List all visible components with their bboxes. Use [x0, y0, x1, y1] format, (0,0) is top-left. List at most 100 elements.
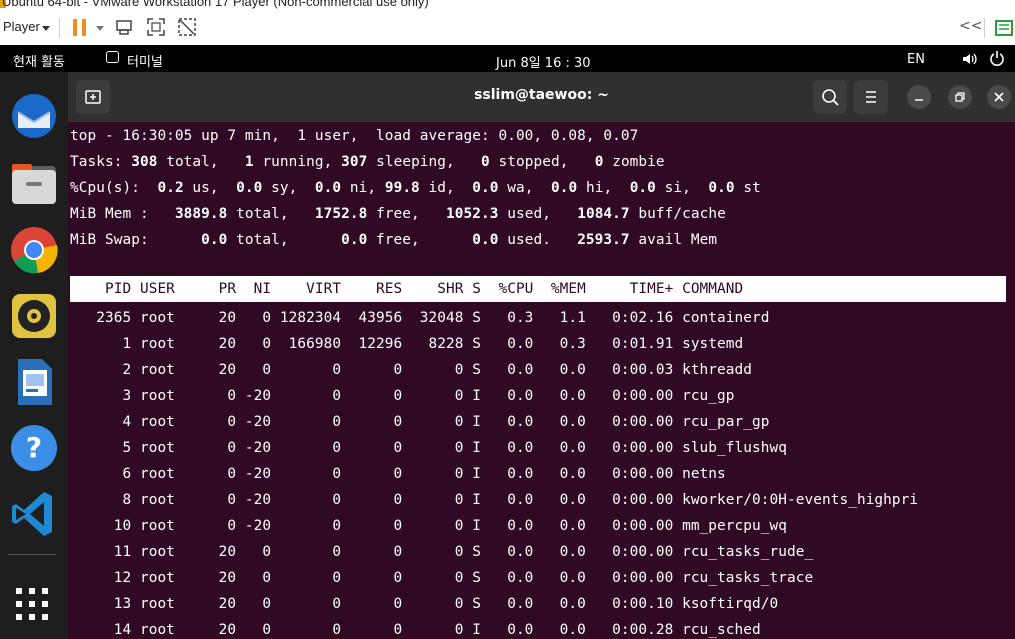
summary-label: MiB Mem : [70, 206, 175, 222]
vscode-icon[interactable] [8, 488, 60, 540]
chevron-down-icon[interactable] [42, 26, 50, 31]
summary-value: 307 [341, 154, 368, 170]
terminal-output[interactable]: top - 16:30:05 up 7 min, 1 user, load av… [68, 122, 1015, 639]
summary-value: 3889.8 [174, 206, 228, 222]
table-row: 13 root 20 0 0 0 0 S 0.0 0.0 0:00.10 kso… [70, 596, 779, 612]
close-icon [994, 92, 1004, 102]
vmware-title-bar: Ubuntu 64-bit - VMware Workstation 17 Pl… [0, 0, 1015, 10]
summary-label: buff/cache [629, 206, 726, 222]
table-row: 5 root 0 -20 0 0 0 I 0.0 0.0 0:00.00 slu… [70, 440, 787, 456]
column-headers: PID USER PR NI VIRT RES SHR S %CPU %MEM … [70, 281, 744, 297]
app-menu[interactable]: 터미널 [127, 51, 163, 70]
rhythmbox-icon[interactable] [8, 290, 60, 342]
summary-label: used. [498, 232, 578, 248]
summary-value: 2593.7 [577, 232, 630, 248]
summary-value: 0.0 [314, 180, 342, 196]
summary-line: MiB Swap: 0.0 total, 0.0 free, 0.0 used.… [70, 227, 717, 253]
summary-value: 0 [481, 154, 490, 170]
clock[interactable]: Jun 8일 16 : 30 [496, 52, 591, 71]
search-icon [822, 89, 839, 106]
summary-value: 0.0 [629, 180, 656, 196]
pause-options-icon[interactable] [96, 26, 104, 31]
summary-label: st [734, 180, 761, 196]
terminal-app-icon [106, 51, 119, 63]
close-button[interactable] [987, 85, 1011, 109]
summary-label: stopped, [489, 154, 595, 170]
player-menu[interactable]: Player [3, 19, 40, 34]
table-row: 1 root 20 0 166980 12296 8228 S 0.0 0.3 … [70, 336, 744, 352]
summary-value: 0.0 [472, 232, 499, 248]
svg-text:?: ? [26, 431, 42, 464]
summary-value: 1 [244, 154, 254, 170]
summary-label: total, [227, 206, 315, 222]
summary-label: top - 16:30:05 up 7 min, 1 user, load av… [70, 128, 639, 144]
summary-label: running, [253, 154, 342, 170]
table-row: 10 root 0 -20 0 0 0 I 0.0 0.0 0:00.00 mm… [70, 518, 787, 534]
pause-button[interactable] [73, 19, 87, 36]
table-row: 14 root 20 0 0 0 0 I 0.0 0.0 0:00.28 rcu… [70, 622, 761, 638]
summary-label: zombie [603, 154, 665, 170]
summary-label: wa, [498, 180, 551, 196]
minimize-icon [915, 99, 923, 101]
thunderbird-icon[interactable] [8, 90, 60, 142]
table-row: 12 root 20 0 0 0 0 S 0.0 0.0 0:00.00 rcu… [70, 570, 814, 586]
summary-value: 1052.3 [446, 206, 499, 222]
volume-icon[interactable] [962, 51, 978, 67]
summary-value: 99.8 [384, 180, 420, 196]
summary-value: 0.0 [550, 180, 578, 196]
menu-button[interactable] [854, 80, 888, 114]
summary-label: free, [367, 232, 473, 248]
summary-label: sy, [262, 180, 315, 196]
vmware-toolbar: Player << [0, 10, 1015, 46]
maximize-button[interactable] [948, 85, 972, 109]
vmware-title: Ubuntu 64-bit - VMware Workstation 17 Pl… [2, 0, 429, 9]
summary-value: 1752.8 [314, 206, 368, 222]
summary-value: 0.0 [341, 232, 368, 248]
chrome-icon[interactable] [8, 224, 60, 276]
hamburger-icon [866, 91, 876, 103]
gnome-top-bar: 현재 활동 터미널 Jun 8일 16 : 30 EN [0, 45, 1015, 72]
unity-mode-icon[interactable] [177, 17, 197, 37]
dock: ? [0, 72, 68, 639]
files-icon[interactable] [8, 158, 60, 210]
show-apps-icon[interactable] [14, 586, 50, 622]
send-ctrl-alt-del-icon[interactable] [114, 17, 134, 37]
table-row: 11 root 20 0 0 0 0 S 0.0 0.0 0:00.00 rcu… [70, 544, 814, 560]
summary-label: hi, [577, 180, 630, 196]
summary-label: sleeping, [367, 154, 482, 170]
summary-value: 0.2 [157, 180, 184, 196]
activities-button[interactable]: 현재 활동 [13, 51, 65, 70]
table-row: 6 root 0 -20 0 0 0 I 0.0 0.0 0:00.00 net… [70, 466, 726, 482]
summary-value: 0.0 [236, 180, 263, 196]
library-icon[interactable] [994, 18, 1014, 38]
summary-label: MiB Swap: [70, 232, 202, 248]
table-row: 2365 root 20 0 1282304 43956 32048 S 0.3… [70, 310, 770, 326]
minimize-button[interactable] [907, 85, 931, 109]
summary-label: us, [183, 180, 237, 196]
libreoffice-impress-icon[interactable] [8, 356, 60, 408]
table-row: 4 root 0 -20 0 0 0 I 0.0 0.0 0:00.00 rcu… [70, 414, 770, 430]
fullscreen-icon[interactable] [146, 17, 166, 37]
terminal-header-bar: sslim@taewoo: ~ [68, 72, 1015, 122]
summary-line: Tasks: 308 total, 1 running, 307 sleepin… [70, 149, 665, 175]
summary-value: 308 [131, 154, 158, 170]
process-table-header: PID USER PR NI VIRT RES SHR S %CPU %MEM … [70, 276, 1006, 302]
summary-line: MiB Mem : 3889.8 total, 1752.8 free, 105… [70, 201, 726, 227]
summary-label: Tasks: [70, 154, 132, 170]
summary-label: free, [367, 206, 447, 222]
summary-value: 1084.7 [577, 206, 630, 222]
search-button[interactable] [813, 80, 847, 114]
dock-separator [8, 554, 56, 555]
restore-icon [955, 92, 965, 102]
summary-label: used, [498, 206, 578, 222]
input-language[interactable]: EN [907, 52, 925, 67]
table-row: 2 root 20 0 0 0 0 S 0.0 0.0 0:00.03 kthr… [70, 362, 753, 378]
table-row: 8 root 0 -20 0 0 0 I 0.0 0.0 0:00.00 kwo… [70, 492, 919, 508]
summary-label: avail Mem [629, 232, 718, 248]
toolbar-divider [984, 18, 985, 38]
help-icon[interactable]: ? [8, 422, 60, 474]
power-icon[interactable] [989, 50, 1005, 66]
collapse-toolbar-button[interactable]: << [959, 18, 982, 34]
summary-line: %Cpu(s): 0.2 us, 0.0 sy, 0.0 ni, 99.8 id… [70, 175, 761, 201]
table-row: 3 root 0 -20 0 0 0 I 0.0 0.0 0:00.00 rcu… [70, 388, 735, 404]
